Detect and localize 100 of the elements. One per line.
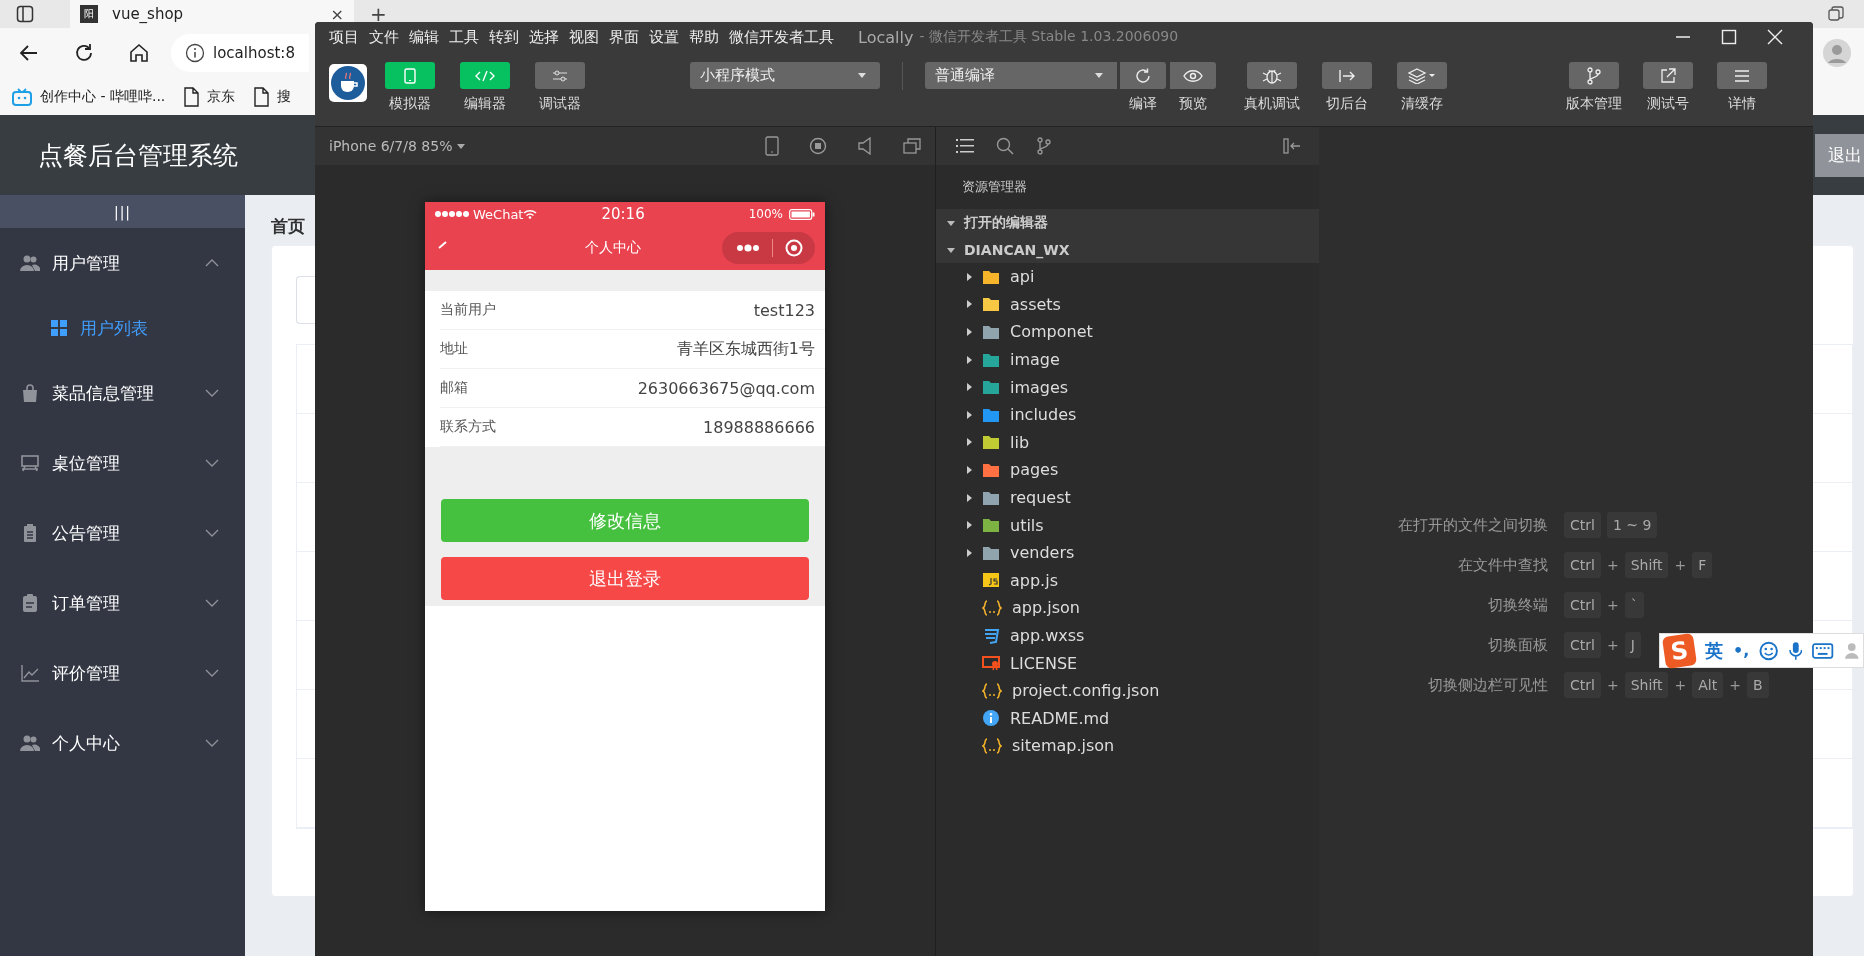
toolbar-label: 详情	[1728, 95, 1756, 113]
menu-item[interactable]: 用户管理	[0, 228, 245, 298]
tab-panel-icon[interactable]	[16, 5, 34, 23]
tree-item[interactable]: assets	[936, 290, 1319, 319]
compile-button[interactable]	[1120, 62, 1166, 89]
field-label: 邮箱	[440, 379, 468, 397]
test-account-button[interactable]	[1643, 62, 1693, 89]
menu-bar-item[interactable]: 微信开发者工具	[729, 27, 834, 47]
punctuation-toggle[interactable]: •,	[1733, 641, 1750, 660]
search-icon[interactable]	[996, 137, 1014, 155]
menu-bar-item[interactable]: 视图	[569, 27, 599, 47]
new-tab-button[interactable]: +	[370, 2, 387, 26]
bookmark-link[interactable]: 搜	[253, 86, 292, 107]
mode-dropdown[interactable]: 小程序模式	[690, 62, 880, 89]
tree-item[interactable]: utils	[936, 511, 1319, 539]
menu-item[interactable]: 桌位管理	[0, 428, 245, 498]
windows-icon[interactable]	[903, 138, 921, 154]
clipboard-icon	[20, 593, 40, 613]
version-control-button[interactable]	[1569, 62, 1619, 89]
toolbar-label: 编译	[1129, 95, 1157, 113]
collapse-toggle[interactable]: |||	[0, 195, 245, 228]
folder-icon	[982, 379, 1000, 396]
language-mode-toggle[interactable]: 英	[1705, 638, 1723, 663]
branch-icon[interactable]	[1036, 137, 1052, 155]
address-field[interactable]: localhost:8	[171, 34, 309, 72]
keyboard-icon[interactable]	[1812, 642, 1834, 659]
tree-item[interactable]: lib	[936, 428, 1319, 457]
microphone-icon[interactable]	[1788, 640, 1803, 661]
list-icon[interactable]	[956, 138, 974, 154]
close-tab-button[interactable]: ×	[330, 4, 344, 24]
tree-item[interactable]: Componet	[936, 318, 1319, 346]
coffee-cup-avatar-icon[interactable]	[329, 64, 367, 102]
reload-icon[interactable]	[73, 42, 95, 64]
menu-bar-item[interactable]: 转到	[489, 27, 519, 47]
shortcut-label: 切换终端	[1487, 595, 1548, 615]
key-cap: Ctrl	[1564, 512, 1601, 538]
restore-icon[interactable]	[1828, 6, 1844, 22]
device-dropdown[interactable]: iPhone 6/7/8 85%	[329, 138, 466, 154]
menu-item[interactable]: 订单管理	[0, 568, 245, 638]
shortcut-label: 在文件中查找	[1457, 555, 1548, 575]
easel-icon	[20, 453, 40, 473]
smiley-icon[interactable]	[1759, 640, 1779, 661]
compile-dropdown[interactable]: 普通编译	[925, 62, 1117, 89]
menu-item[interactable]: 菜品信息管理	[0, 358, 245, 428]
tree-item[interactable]: sitemap.json	[936, 732, 1319, 760]
collapse-sidebar-icon[interactable]	[1283, 138, 1301, 154]
tree-item[interactable]: app.json	[936, 594, 1319, 622]
menu-bar-item[interactable]: 选择	[529, 27, 559, 47]
more-icon[interactable]	[736, 244, 760, 252]
maximize-icon[interactable]	[1721, 29, 1737, 45]
menu-bar-item[interactable]: 文件	[369, 27, 399, 47]
background-button[interactable]	[1322, 62, 1372, 89]
remote-debug-button[interactable]	[1247, 62, 1297, 89]
menu-bar-item[interactable]: 项目	[329, 27, 359, 47]
field-label: 地址	[440, 340, 468, 358]
toolbar-label: 模拟器	[389, 95, 431, 113]
tree-section-header[interactable]: 打开的编辑器	[936, 209, 1319, 236]
profile-avatar-icon[interactable]	[1822, 38, 1852, 68]
tree-item[interactable]: api	[936, 263, 1319, 291]
tree-item[interactable]: venders	[936, 538, 1319, 567]
capsule-menu[interactable]	[722, 232, 815, 264]
stop-icon[interactable]	[809, 137, 827, 155]
debugger-button[interactable]	[535, 62, 585, 89]
tree-item[interactable]: README.md	[936, 704, 1319, 733]
bookmark-link[interactable]: 京东	[183, 86, 236, 107]
menu-item[interactable]: 评价管理	[0, 638, 245, 708]
tree-section-header[interactable]: DIANCAN_WX	[936, 236, 1319, 263]
speaker-icon[interactable]	[857, 137, 873, 155]
plus-sign: +	[1729, 677, 1741, 693]
close-icon[interactable]	[1767, 29, 1783, 45]
tree-item[interactable]: request	[936, 483, 1319, 512]
tree-item[interactable]: pages	[936, 456, 1319, 484]
key-cap: Ctrl	[1564, 632, 1601, 658]
menu-bar-item[interactable]: 编辑	[409, 27, 439, 47]
menu-bar-item[interactable]: 工具	[449, 27, 479, 47]
tree-item[interactable]: app.js	[936, 566, 1319, 595]
menu-subitem[interactable]: 用户列表	[0, 298, 245, 358]
menu-bar-item[interactable]: 界面	[609, 27, 639, 47]
menu-item[interactable]: 个人中心	[0, 708, 245, 778]
details-button[interactable]	[1717, 62, 1767, 89]
menu-bar-item[interactable]: 设置	[649, 27, 679, 47]
phone-icon[interactable]	[765, 136, 779, 156]
tree-item[interactable]: image	[936, 345, 1319, 374]
menu-bar-item[interactable]: 帮助	[689, 27, 719, 47]
tree-item[interactable]: project.config.json	[936, 676, 1319, 705]
folder-icon	[982, 324, 1000, 340]
tree-item[interactable]: LICENSE	[936, 649, 1319, 677]
tree-item[interactable]: includes	[936, 400, 1319, 429]
home-icon[interactable]	[128, 42, 150, 64]
plus-sign: +	[1606, 557, 1619, 573]
bookmark-link[interactable]: 创作中心 - 哔哩哔...	[12, 87, 166, 106]
caret-icon	[457, 143, 466, 149]
menu-item[interactable]: 公告管理	[0, 498, 245, 568]
clear-cache-button[interactable]	[1397, 62, 1447, 89]
tree-item[interactable]: app.wxss	[936, 621, 1319, 650]
preview-button[interactable]	[1170, 62, 1216, 89]
tree-item[interactable]: images	[936, 373, 1319, 401]
logout-button[interactable]: 退出登录	[441, 557, 809, 600]
browser-tab[interactable]: 阳 vue_shop ×	[70, 0, 354, 28]
caret-icon	[964, 382, 974, 393]
